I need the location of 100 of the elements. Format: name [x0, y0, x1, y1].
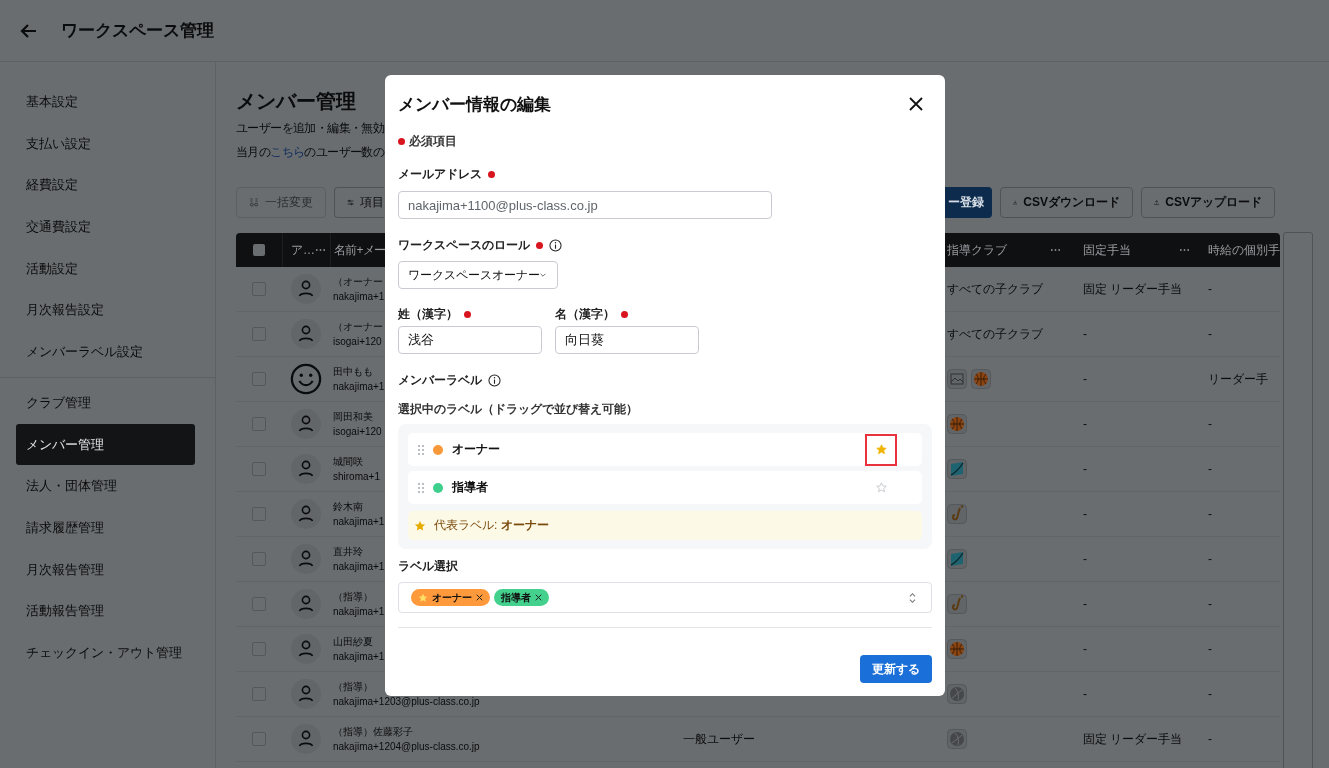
- sidebar-item[interactable]: メンバー管理: [16, 423, 195, 466]
- member-email: nakajima+1203@plus-class.co.jp: [333, 695, 480, 708]
- avatar-icon: [291, 679, 321, 709]
- role-text: 一般ユーザー: [683, 730, 755, 748]
- basketball-icon: [947, 639, 967, 659]
- member-name: 城間咲: [333, 455, 363, 469]
- sidebar-item[interactable]: 月次報告設定: [16, 289, 195, 332]
- fixed-allowance: -: [1083, 552, 1087, 566]
- column-header: ア…: [291, 241, 315, 259]
- label-chip[interactable]: オーナー: [411, 589, 490, 606]
- role-select[interactable]: ワークスペースオーナー: [398, 261, 558, 289]
- fixed-allowance: 固定 リーダー手当: [1083, 730, 1183, 748]
- columns-button[interactable]: 項目: [334, 187, 384, 218]
- label-multiselect[interactable]: オーナー 指導者: [398, 582, 932, 613]
- avatar-icon: [291, 319, 321, 349]
- label-chip[interactable]: 指導者: [494, 589, 549, 606]
- sidebar-item[interactable]: 基本設定: [16, 81, 195, 123]
- field-label: ラベル選択: [398, 558, 458, 574]
- hourly-allowance: -: [1208, 462, 1212, 476]
- member-email: nakajima+1204@plus-class.co.jp: [333, 740, 480, 753]
- flag-icon: [947, 459, 967, 479]
- member-email: isogai+120: [333, 425, 382, 438]
- drag-handle-icon[interactable]: [418, 482, 424, 493]
- hourly-allowance: -: [1208, 417, 1212, 431]
- member-email: nakajima+1: [333, 290, 385, 303]
- dialog-title: メンバー情報の編集: [398, 93, 551, 116]
- name-field[interactable]: 浅谷: [398, 326, 542, 354]
- fixed-allowance: -: [1083, 417, 1087, 431]
- hourly-allowance: -: [1208, 552, 1212, 566]
- bulk-edit-icon: [249, 196, 259, 209]
- field-label: メンバーラベル: [398, 372, 482, 388]
- csv-upload-button[interactable]: CSVアップロード: [1141, 187, 1275, 218]
- member-name: （指導）: [333, 680, 373, 694]
- avatar-icon: [291, 274, 321, 304]
- member-name: （オーナー: [333, 320, 383, 334]
- sidebar-item[interactable]: 支払い設定: [16, 122, 195, 165]
- saxophone-icon: [947, 594, 967, 614]
- hourly-allowance: -: [1208, 642, 1212, 656]
- avatar-icon: [291, 409, 321, 439]
- sidebar-item[interactable]: 経費設定: [16, 164, 195, 207]
- image-icon: [947, 369, 967, 389]
- selected-labels-heading: 選択中のラベル（ドラッグで並び替え可能）: [398, 401, 639, 417]
- member-name: （オーナー: [333, 275, 383, 289]
- csv-download-button[interactable]: CSVダウンロード: [1000, 187, 1133, 218]
- drag-handle-icon[interactable]: [418, 444, 424, 455]
- primary-label-note: 代表ラベル: オーナー: [434, 517, 549, 534]
- more-icon[interactable]: [315, 248, 326, 252]
- hourly-allowance: リーダー手: [1208, 370, 1268, 388]
- hourly-allowance: -: [1208, 732, 1212, 746]
- avatar-icon: [291, 544, 321, 574]
- remove-icon[interactable]: [476, 594, 483, 601]
- sidebar-item[interactable]: クラブ管理: [16, 381, 195, 424]
- chevron-down-icon: [540, 272, 546, 278]
- label-row[interactable]: 指導者: [408, 471, 922, 504]
- info-icon[interactable]: [488, 373, 501, 387]
- more-icon[interactable]: [1050, 248, 1061, 252]
- update-button[interactable]: 更新する: [860, 655, 932, 683]
- sidebar-item[interactable]: チェックイン・アウト管理: [16, 631, 195, 674]
- register-button[interactable]: ー登録: [944, 187, 992, 218]
- info-icon[interactable]: [549, 238, 562, 252]
- field-label: 姓（漢字）: [398, 306, 458, 322]
- hourly-allowance: -: [1208, 687, 1212, 701]
- member-email: nakajima+1: [333, 515, 385, 528]
- star-icon: [418, 592, 428, 603]
- description: ユーザーを追加・編集・無効: [236, 120, 385, 137]
- sidebar-item[interactable]: 交通費設定: [16, 206, 195, 248]
- sidebar-item[interactable]: 月次報告管理: [16, 548, 195, 591]
- star-icon: [875, 444, 887, 455]
- fixed-allowance: -: [1083, 462, 1087, 476]
- close-icon[interactable]: [909, 97, 923, 111]
- sidebar-item[interactable]: メンバーラベル設定: [16, 331, 195, 373]
- fixed-allowance: 固定 リーダー手当: [1083, 280, 1183, 298]
- more-icon[interactable]: [1179, 248, 1190, 252]
- fixed-allowance: -: [1083, 372, 1087, 386]
- ball-icon: [947, 684, 967, 704]
- sidebar-item[interactable]: 活動報告管理: [16, 590, 195, 632]
- column-header: 指導クラブ: [947, 241, 1007, 259]
- club-text: すべての子クラブ: [947, 325, 1043, 343]
- primary-star-button[interactable]: [865, 433, 897, 466]
- sort-icon: [908, 591, 917, 604]
- flag-icon: [947, 549, 967, 569]
- remove-icon[interactable]: [535, 594, 542, 601]
- member-email: nakajima+1: [333, 380, 385, 393]
- avatar-icon: [291, 589, 321, 619]
- member-name: 山田紗夏: [333, 635, 373, 649]
- select-all-checkbox[interactable]: [253, 244, 265, 256]
- sidebar-item[interactable]: 法人・団体管理: [16, 465, 195, 507]
- field-label: メールアドレス: [398, 166, 482, 182]
- field-label: 名（漢字）: [555, 306, 615, 322]
- sidebar-item[interactable]: 請求履歴管理: [16, 506, 195, 549]
- name-field[interactable]: 向日葵: [555, 326, 699, 354]
- usage-note: 当月のこちらのユーザー数の: [236, 144, 385, 161]
- avatar-icon: [291, 634, 321, 664]
- section-title: メンバー管理: [236, 89, 356, 114]
- label-row[interactable]: オーナー: [408, 433, 922, 466]
- here-link[interactable]: こちら: [270, 145, 305, 159]
- scrollbar[interactable]: [1283, 232, 1313, 768]
- hourly-allowance: -: [1208, 597, 1212, 611]
- hourly-allowance: -: [1208, 507, 1212, 521]
- sidebar-item[interactable]: 活動設定: [16, 247, 195, 290]
